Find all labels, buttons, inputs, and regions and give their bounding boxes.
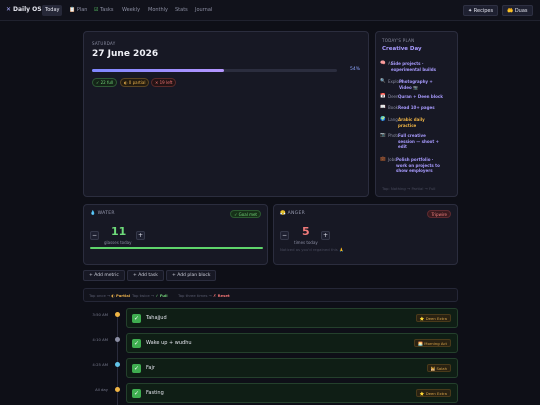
timeline-time: All day [95, 387, 108, 392]
recipes-button[interactable]: ✦ Recipes [463, 5, 499, 16]
anger-tracker: 😤 ANGER Tripwire − 5 + times today Notic… [273, 204, 458, 265]
left-count-chip: ✕ 19 left [151, 78, 177, 87]
plan-row-icon: 📷 [380, 133, 386, 138]
timeline-task[interactable]: ✓ Fajr 🕌 Salah [126, 358, 458, 378]
anger-label: 😤 ANGER [280, 211, 306, 216]
plan-row-value: practice [398, 122, 417, 128]
day-progress-bar [92, 69, 337, 72]
plan-row-icon: 🔍 [380, 79, 386, 84]
plan-row-label: Deen [388, 94, 399, 99]
tap-legend: Tap once → ◐ Partial Tap twice → ✓ Full … [83, 288, 458, 302]
clipboard-icon: 📋 [69, 7, 76, 13]
plan-row-value: show employers [396, 168, 433, 173]
water-increment-button[interactable]: + [136, 231, 145, 240]
tab-plan[interactable]: 📋 Plan [66, 5, 90, 16]
plan-row-value: experimental builds [391, 66, 437, 72]
water-goal-bar [90, 247, 263, 249]
timeline-time: 4:10 AM [92, 337, 108, 342]
plan-row-icon: 💼 [380, 157, 386, 162]
anger-increment-button[interactable]: + [321, 231, 330, 240]
legend-full: Tap twice → ✓ Full [132, 293, 168, 298]
water-label: 💧 WATER [90, 211, 115, 216]
goal-met-badge: ✓ Goal met [230, 210, 261, 218]
plan-row-value: edit [398, 144, 407, 149]
legend-partial: Tap once → ◐ Partial [89, 293, 131, 298]
day-progress-percent: 54% [350, 67, 361, 72]
weekday-label: SATURDAY [92, 41, 116, 46]
water-unit: glasses today [104, 240, 132, 245]
timeline-dot [115, 387, 120, 392]
day-card: SATURDAY 27 June 2026 54% ✓ 22 full ◐ 0 … [83, 31, 369, 197]
hands-icon: 🤲 [507, 8, 514, 14]
water-count: 11 [111, 225, 127, 238]
tab-journal[interactable]: Journal [192, 5, 215, 16]
add-metric-button[interactable]: + Add metric [83, 270, 125, 281]
timeline-time: 4:25 AM [92, 362, 108, 367]
timeline-task[interactable]: ✓ Tahajjud ⭐ Deen Extra [126, 308, 458, 328]
plan-kicker: TODAY'S PLAN [382, 38, 415, 43]
tripwire-badge: Tripwire [427, 210, 451, 218]
full-count-chip: ✓ 22 full [92, 78, 118, 87]
tab-today[interactable]: Today [42, 5, 63, 16]
plan-footer-hint: Tap: Nothing → Partial → Full [382, 186, 436, 191]
plan-row-value: Quran + Deen block [398, 94, 443, 99]
task-checkbox[interactable]: ✓ [132, 314, 141, 323]
plan-row-label: Jobs [388, 157, 397, 162]
tab-monthly[interactable]: Monthly [145, 5, 171, 16]
duas-button[interactable]: 🤲 Duas [502, 5, 533, 16]
task-label: Tahajjud [146, 315, 167, 321]
logo-icon: ✕ [6, 6, 12, 13]
timeline-time: 3:50 AM [92, 312, 108, 317]
timeline-dot [115, 312, 120, 317]
day-progress-fill [92, 69, 225, 72]
task-label: Wake up + wudhu [146, 340, 192, 346]
task-category-tag: ⭐ Deen Extra [415, 314, 451, 322]
add-plan-block-button[interactable]: + Add plan block [166, 270, 217, 281]
water-tracker: 💧 WATER ✓ Goal met − 11 + glasses today [83, 204, 268, 265]
plan-row-icon: 🌍 [380, 117, 386, 122]
plan-row-icon: 📅 [380, 94, 386, 99]
plan-row-label: Book [388, 105, 398, 110]
anger-unit: times today [294, 240, 318, 245]
anger-count: 5 [302, 225, 310, 238]
anger-hint: Noticed as you'd regained this 🙏 [280, 247, 344, 252]
tab-weekly[interactable]: Weekly [119, 5, 143, 16]
recipes-icon: ✦ [468, 8, 473, 14]
timeline-dot [115, 362, 120, 367]
plan-row-icon: 📖 [380, 105, 386, 110]
page-title: 27 June 2026 [92, 49, 159, 59]
water-decrement-button[interactable]: − [90, 231, 99, 240]
task-category-tag: 🌅 Morning Act [414, 339, 451, 347]
plan-row-label: Lang [388, 117, 398, 122]
add-task-button[interactable]: + Add task [127, 270, 164, 281]
anger-decrement-button[interactable]: − [280, 231, 289, 240]
plan-row-value: Video 📷 [399, 84, 419, 90]
top-nav: ✕ Daily OS Today 📋 Plan ☑ Tasks Weekly Mo… [0, 0, 540, 21]
plan-row-value: Read 10+ pages [398, 105, 435, 110]
app-brand[interactable]: ✕ Daily OS [6, 6, 42, 13]
task-checkbox[interactable]: ✓ [132, 389, 141, 398]
task-label: Fajr [146, 365, 155, 371]
task-category-tag: ⭐ Deen Extra [415, 389, 451, 397]
plan-card: TODAY'S PLAN Creative Day 🧠 AI Side projec… [375, 31, 458, 197]
task-category-tag: 🕌 Salah [426, 364, 451, 372]
timeline-task[interactable]: ✓ Wake up + wudhu 🌅 Morning Act [126, 333, 458, 353]
plan-row-icon: 🧠 [380, 61, 386, 66]
tab-tasks[interactable]: ☑ Tasks [91, 5, 116, 16]
tab-stats[interactable]: Stats [172, 5, 191, 16]
plan-title: Creative Day [382, 46, 422, 52]
task-checkbox[interactable]: ✓ [132, 364, 141, 373]
partial-count-chip: ◐ 0 partial [120, 78, 150, 87]
task-label: Fasting [146, 390, 164, 396]
timeline-dot [115, 337, 120, 342]
timeline-task[interactable]: ✓ Fasting ⭐ Deen Extra [126, 383, 458, 403]
check-box-icon: ☑ [94, 7, 99, 13]
task-checkbox[interactable]: ✓ [132, 339, 141, 348]
legend-reset: Tap three times → ✗ Reset [178, 293, 230, 298]
